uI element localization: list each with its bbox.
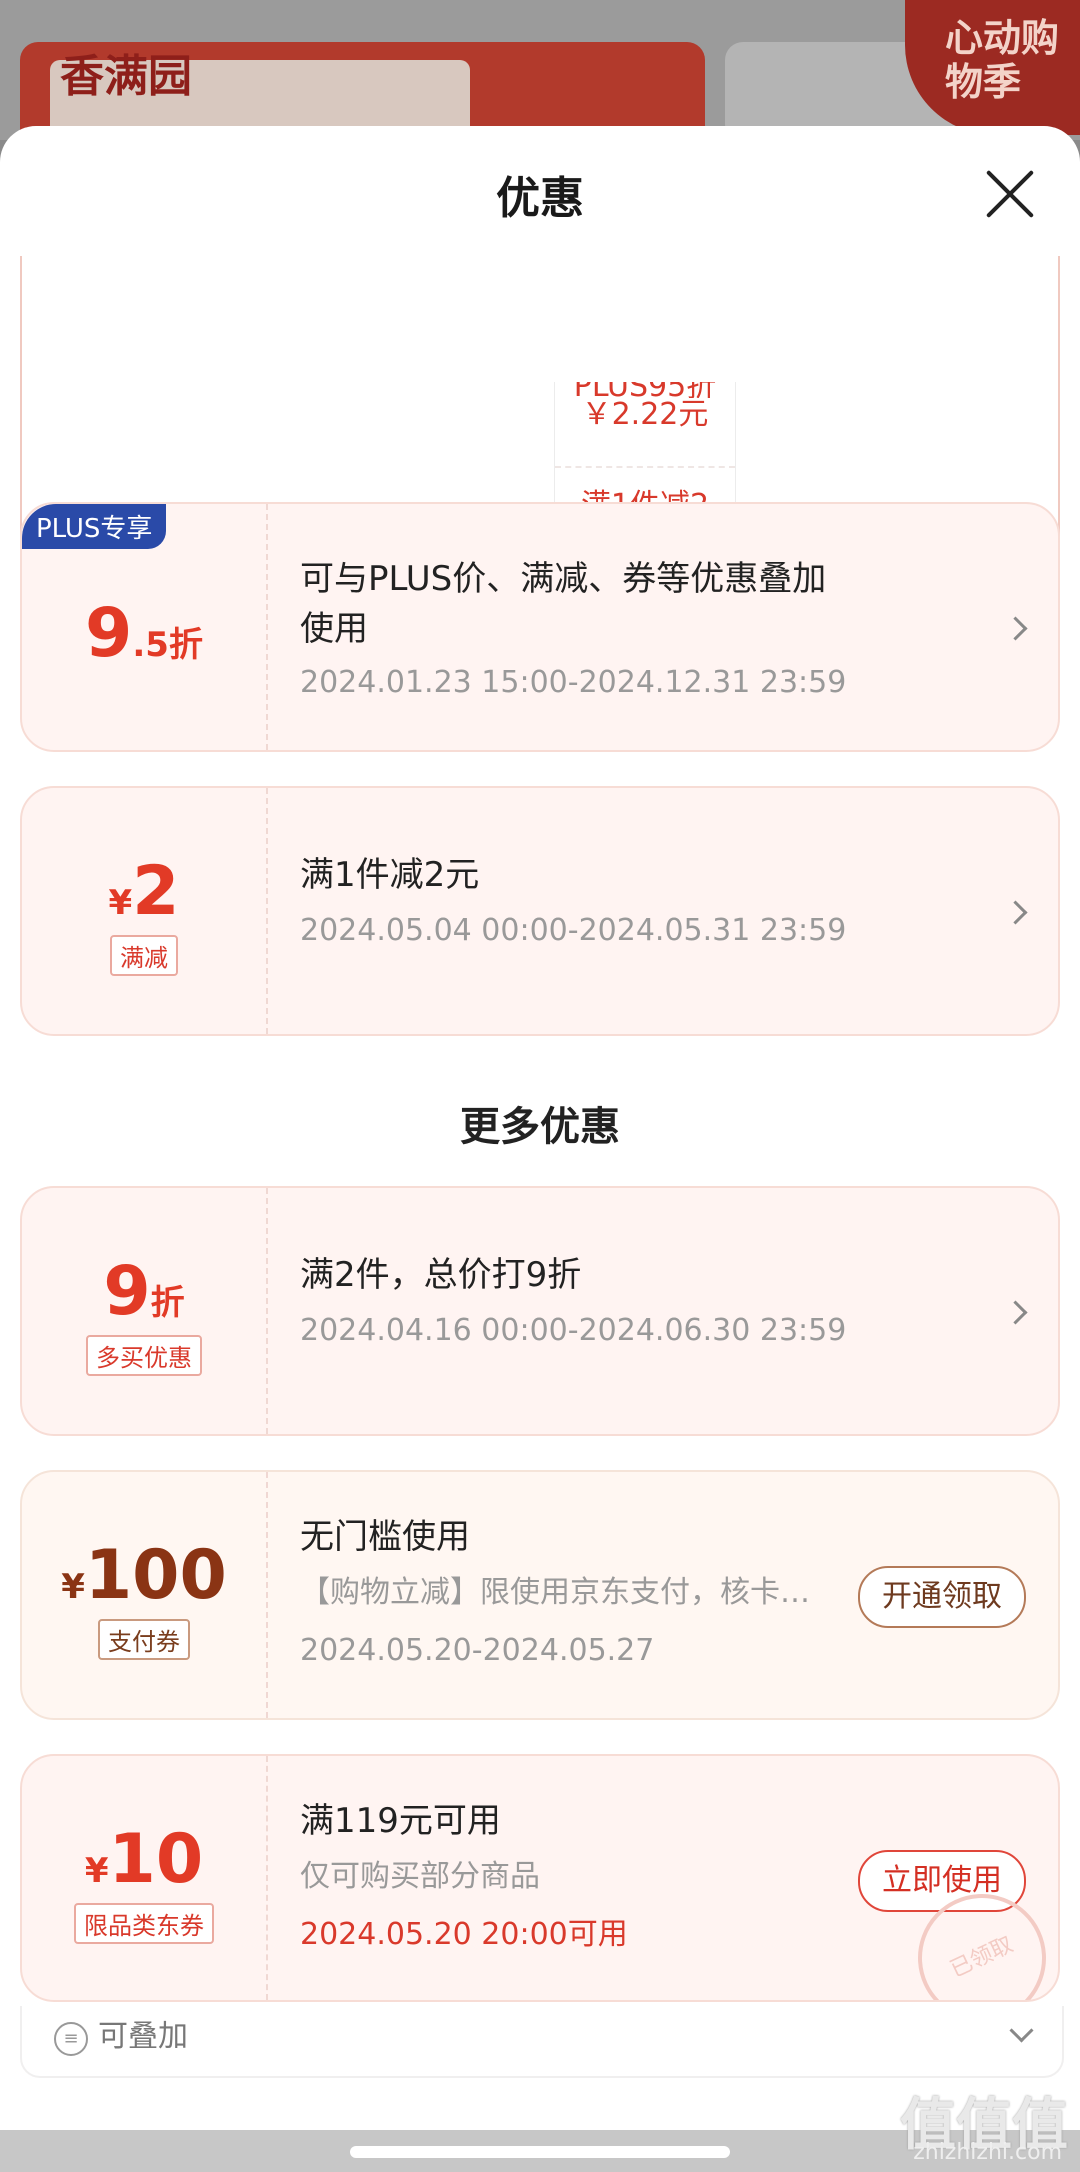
coupon-plus[interactable]: PLUS专享 9.5折 可与PLUS价、满减、券等优惠叠加 使用 2024.01… xyxy=(20,502,1060,752)
divider xyxy=(555,466,735,468)
coupon-big-number: 9 xyxy=(103,1252,151,1331)
coupon-validity: 2024.04.16 00:00-2024.06.30 23:59 xyxy=(300,1313,847,1348)
open-and-claim-button[interactable]: 开通领取 xyxy=(858,1566,1026,1628)
currency-symbol: ¥ xyxy=(84,1851,109,1891)
coupon-payment[interactable]: ¥100 支付券 无门槛使用 【购物立减】限使用京东支付，核卡… 2024.05… xyxy=(20,1470,1060,1720)
coupon-big-suffix: .5折 xyxy=(132,625,203,665)
coupon-value: 9折 多买优惠 xyxy=(22,1188,268,1434)
coupon-value: ¥100 支付券 xyxy=(22,1472,268,1718)
coupon-value: ¥10 限品类东券 xyxy=(22,1756,268,2000)
coupon-validity: 2024.01.23 15:00-2024.12.31 23:59 xyxy=(300,665,847,700)
coupon-big-number: 100 xyxy=(84,1536,227,1615)
stackable-label: 可叠加 xyxy=(98,2019,188,2054)
coupon-info: 满1件减2元 2024.05.04 00:00-2024.05.31 23:59 xyxy=(300,788,1058,1034)
coupon-category-limited[interactable]: ¥10 限品类东券 满119元可用 仅可购买部分商品 2024.05.20 20… xyxy=(20,1754,1060,2002)
coupon-multi-buy[interactable]: 9折 多买优惠 满2件，总价打9折 2024.04.16 00:00-2024.… xyxy=(20,1186,1060,1436)
coupon-info: 可与PLUS价、满减、券等优惠叠加 使用 2024.01.23 15:00-20… xyxy=(300,504,1058,750)
coupon-desc: 满2件，总价打9折 xyxy=(300,1255,582,1295)
coupon-validity: 2024.05.04 00:00-2024.05.31 23:59 xyxy=(300,913,847,948)
coupon-type-badge: 满减 xyxy=(110,935,178,976)
coupon-type-badge: 多买优惠 xyxy=(86,1335,202,1376)
background-brand-text: 香满园 xyxy=(60,51,192,102)
sheet-title: 优惠 xyxy=(496,173,584,224)
coupon-value: ¥2 满减 xyxy=(22,788,268,1034)
home-indicator[interactable] xyxy=(350,2146,730,2158)
discount-sheet: 优惠 PLUS95折 ￥2.22元 满1件减2 PLUS专享 9.5折 可与PL… xyxy=(0,126,1080,2172)
price-value: ￥2.22元 xyxy=(581,397,709,432)
coupon-big-suffix: 折 xyxy=(150,1283,185,1323)
coupon-big-number: 9 xyxy=(85,594,133,673)
coupon-big-number: 2 xyxy=(132,852,180,931)
more-discounts-title: 更多优惠 xyxy=(460,1104,620,1150)
coupon-validity: 2024.05.20-2024.05.27 xyxy=(300,1633,655,1668)
coupon-type-badge: 支付券 xyxy=(98,1619,190,1660)
coupon-available-time: 2024.05.20 20:00可用 xyxy=(300,1917,628,1952)
coupon-desc-line1: 可与PLUS价、满减、券等优惠叠加 xyxy=(300,559,827,599)
coupon-desc: 满119元可用 xyxy=(300,1801,501,1841)
coupon-value: 9.5折 xyxy=(22,504,268,750)
coupon-big-number: 10 xyxy=(108,1820,204,1899)
currency-symbol: ¥ xyxy=(61,1567,85,1607)
price-head-cut: PLUS95折 xyxy=(555,382,735,398)
currency-symbol: ¥ xyxy=(108,883,133,923)
chevron-down-icon[interactable] xyxy=(1009,2018,1034,2043)
stack-icon: ≡ xyxy=(54,2022,88,2056)
close-icon[interactable] xyxy=(982,166,1038,222)
coupon-type-badge: 限品类东券 xyxy=(74,1903,214,1944)
coupon-desc: 满1件减2元 xyxy=(300,855,480,895)
price-head: PLUS95折 ￥2.22元 xyxy=(555,382,735,432)
coupon-desc-line2: 使用 xyxy=(300,609,368,649)
stackable-row[interactable]: ≡ 可叠加 xyxy=(20,2006,1064,2078)
coupon-detail: 【购物立减】限使用京东支付，核卡… xyxy=(300,1575,810,1610)
watermark-url: zhizhizhi.com xyxy=(913,2140,1062,2165)
coupon-full-reduction[interactable]: ¥2 满减 满1件减2元 2024.05.04 00:00-2024.05.31… xyxy=(20,786,1060,1036)
coupon-detail: 仅可购买部分商品 xyxy=(300,1859,540,1894)
coupon-info: 满2件，总价打9折 2024.04.16 00:00-2024.06.30 23… xyxy=(300,1188,1058,1434)
coupon-desc: 无门槛使用 xyxy=(300,1517,470,1557)
